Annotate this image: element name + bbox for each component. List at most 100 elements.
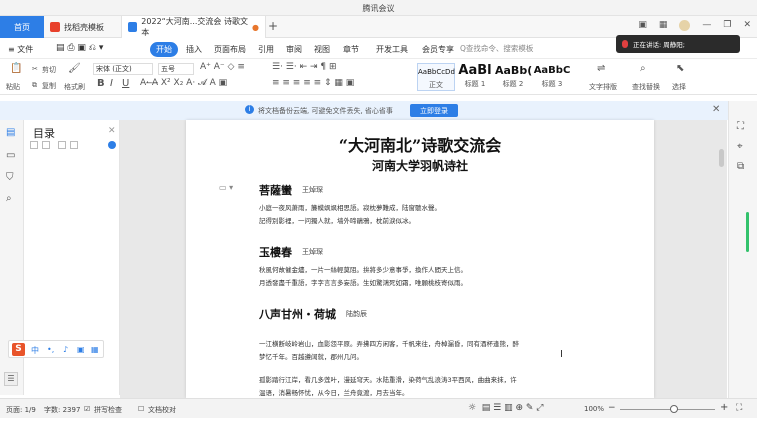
select-cursor-icon[interactable]: ⬉	[676, 63, 684, 74]
login-button[interactable]: 立即登录	[410, 104, 458, 117]
ribbon-toolbar: 📋 粘贴 ✂ 剪切 ⧉ 复制 🖌 格式刷 宋体 (正文) 五号 A⁺ A⁻ ◇ …	[0, 59, 757, 95]
menu-view[interactable]: 视图	[314, 44, 330, 55]
right-tool-strip: ⛶ ⌖ ⧉	[728, 101, 757, 398]
menu-insert[interactable]: 插入	[186, 44, 202, 55]
menu-member[interactable]: 会员专享	[422, 44, 454, 55]
location-icon[interactable]: ⌖	[737, 141, 743, 152]
window-controls: ▣ ▦ — ❐ ✕	[638, 20, 751, 31]
quick-access-icons[interactable]: ▤ ⎙ ▣ ⎌ ▾	[56, 43, 103, 53]
format-painter-icon[interactable]: 🖌	[68, 63, 81, 74]
bookmark-icon[interactable]: ⛉	[6, 172, 14, 183]
style-heading-1[interactable]: AaBl 标题 1	[457, 63, 493, 91]
menu-start[interactable]: 开始	[150, 42, 178, 57]
font-effects-icons[interactable]: A· ̶A̶ X² X₂ A· 𝓐 A ▣	[140, 78, 227, 88]
align-icons[interactable]: ≡ ≡ ≡ ≡ ≡ ⇕ ▦ ▣	[272, 78, 354, 88]
poem-author: 陆韵辰	[346, 310, 367, 318]
zoom-level[interactable]: 100%	[584, 405, 604, 413]
vertical-scrollbar[interactable]	[717, 140, 727, 395]
speaker-text: 正在讲话: 周静阳;	[633, 41, 685, 49]
style-heading-3[interactable]: AaBbC 标题 3	[532, 63, 572, 91]
fullscreen-icon[interactable]: ⛶	[736, 403, 742, 413]
layout-icon[interactable]: ▣	[638, 20, 647, 31]
right-panel-icon[interactable]: ⛶	[737, 121, 744, 132]
search-icon[interactable]: ⌕	[6, 193, 12, 204]
ime-grid-icon[interactable]: ▦	[91, 345, 99, 354]
paste-button[interactable]: 粘贴	[6, 82, 20, 92]
text-cursor-icon: I	[560, 349, 563, 360]
zoom-slider-knob[interactable]	[670, 405, 678, 413]
notice-close-icon[interactable]: ✕	[712, 104, 720, 115]
file-menu[interactable]: ≡ 文件	[8, 44, 33, 55]
tab-document[interactable]: 2022“大河南...交流会 诗歌文本 ●	[122, 16, 266, 38]
cut-button[interactable]: 剪切	[42, 65, 56, 75]
menu-references[interactable]: 引用	[258, 44, 274, 55]
info-icon: i	[245, 105, 254, 114]
grid-icon[interactable]: ▦	[659, 20, 668, 31]
outline-collapse-icon[interactable]	[42, 141, 50, 149]
tab-template[interactable]: 找稻壳模板	[44, 16, 122, 38]
poem-title: 玉樓春	[259, 246, 292, 259]
ime-toolbox-icon[interactable]: ▣	[77, 345, 85, 354]
menu-page-layout[interactable]: 页面布局	[214, 44, 246, 55]
avatar[interactable]	[679, 20, 691, 31]
select-button[interactable]: 选择	[672, 82, 686, 92]
text-layout-icon[interactable]: ⇌	[597, 63, 605, 74]
find-icon[interactable]: ⌕	[640, 63, 646, 74]
window-title: 腾讯会议	[362, 4, 395, 13]
font-grow-icon[interactable]: A⁺ A⁻ ◇ ≡	[200, 62, 245, 72]
copy-button[interactable]: 复制	[42, 81, 56, 91]
new-tab-plus-icon[interactable]: +	[268, 19, 278, 33]
outline-sync-icon[interactable]	[108, 141, 116, 149]
spell-check-icon[interactable]: ☑	[84, 405, 90, 413]
tab-home[interactable]: 首页	[0, 16, 44, 38]
ime-lang[interactable]: 中	[31, 345, 39, 356]
copy-icon[interactable]: ⧉	[32, 81, 37, 90]
bold-icon[interactable]: B	[97, 78, 105, 89]
italic-icon[interactable]: I	[110, 78, 113, 89]
zoom-out-icon[interactable]: −	[608, 403, 616, 413]
paste-icon[interactable]: 📋	[10, 63, 22, 74]
cut-icon[interactable]: ✂	[32, 65, 38, 73]
scroll-thumb[interactable]	[719, 149, 724, 167]
outline-panel-icon[interactable]: ▤	[6, 127, 15, 138]
sidebar-toggle-icon[interactable]: ☰	[4, 372, 18, 386]
ime-punct[interactable]: •,	[47, 345, 54, 354]
list-icons[interactable]: ☰· ☰· ⇤ ⇥ ¶ ⊞	[272, 62, 337, 72]
restore-icon[interactable]: ❐	[723, 20, 731, 31]
minimize-icon[interactable]: —	[702, 20, 711, 31]
share-icon[interactable]: ⧉	[737, 161, 744, 172]
ime-voice-icon[interactable]: ♪	[63, 345, 68, 354]
outline-promote-icon[interactable]	[58, 141, 66, 149]
sogou-ime-icon[interactable]: S	[12, 343, 25, 356]
word-count[interactable]: 字数: 2397	[44, 405, 80, 415]
outline-expand-icon[interactable]	[30, 141, 38, 149]
style-heading-2[interactable]: AaBb( 标题 2	[495, 63, 532, 91]
format-painter-button[interactable]: 格式刷	[64, 82, 85, 92]
menu-dev-tools[interactable]: 开发工具	[376, 44, 408, 55]
menu-review[interactable]: 审阅	[286, 44, 302, 55]
poem-author: 王焯琛	[302, 186, 323, 194]
close-icon[interactable]: ✕	[743, 20, 751, 31]
spell-check-button[interactable]: 拼写检查	[94, 405, 122, 415]
poem-line: 温语，消暑畅怀忧，从今日，兰舟竟渡，月去当年。	[259, 389, 409, 397]
text-layout-button[interactable]: 文字排版	[589, 82, 617, 92]
paragraph-handle-icon[interactable]: ▭ ▾	[219, 183, 233, 192]
outline-demote-icon[interactable]	[70, 141, 78, 149]
underline-icon[interactable]: U	[122, 78, 129, 89]
proofread-icon[interactable]: ☐	[138, 405, 144, 413]
style-normal[interactable]: AaBbCcDd 正文	[417, 63, 455, 91]
menu-chapter[interactable]: 章节	[343, 44, 359, 55]
zoom-slider[interactable]	[620, 409, 715, 410]
view-mode-icons[interactable]: ☼ ▤ ☰ ▥ ⊕ ✎ ⤢	[468, 403, 543, 413]
page-indicator[interactable]: 页面: 1/9	[6, 405, 36, 415]
proofread-button[interactable]: 文档校对	[148, 405, 176, 415]
document-page[interactable]: “大河南北”诗歌交流会 河南大学羽帆诗社 ▭ ▾ 菩薩蠻 王焯琛 小庭一夜风萧雨…	[186, 120, 654, 398]
chapter-icon[interactable]: ▭	[6, 150, 15, 161]
outline-close-icon[interactable]: ✕	[108, 126, 116, 136]
find-replace-button[interactable]: 查找替换	[632, 82, 660, 92]
font-size-select[interactable]: 五号	[158, 63, 194, 75]
zoom-in-icon[interactable]: +	[720, 402, 728, 413]
poem-line: 小庭一夜风萧雨，簾幙飒飒相思語。寂枕夢難成，陆窗聽水聲。	[259, 204, 441, 212]
font-name-select[interactable]: 宋体 (正文)	[93, 63, 153, 75]
command-search[interactable]: Q查找命令、搜索模板	[460, 43, 533, 54]
